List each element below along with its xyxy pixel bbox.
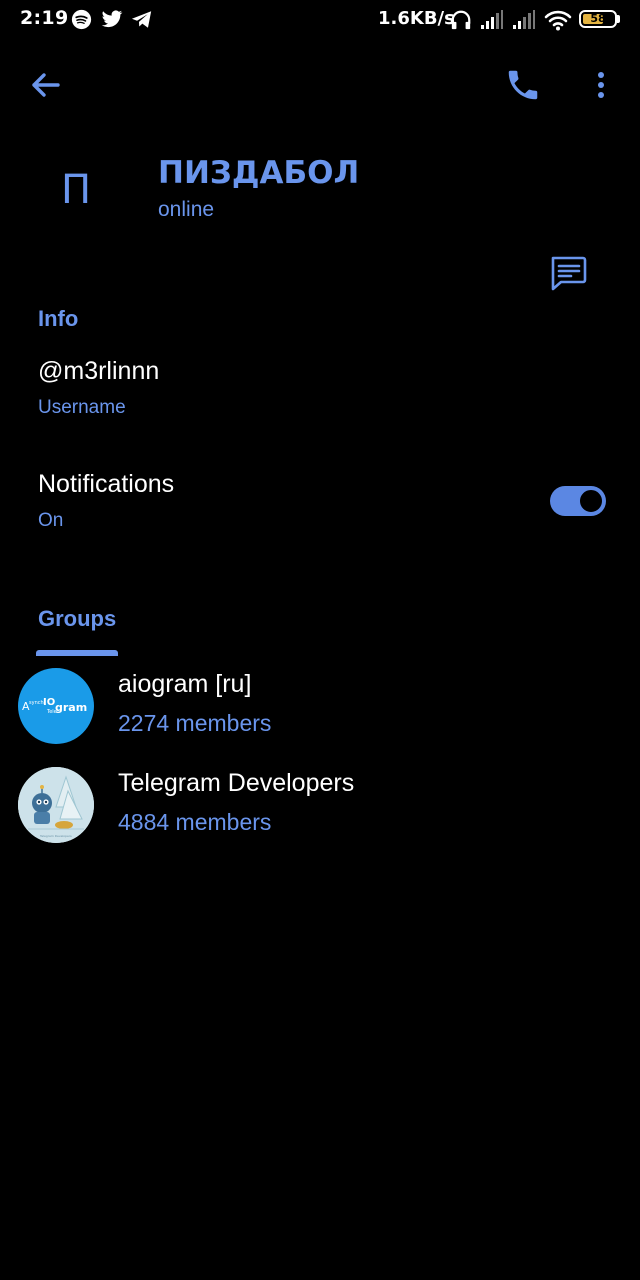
list-item[interactable]: Telegram Developers Telegram Developers …	[0, 755, 640, 853]
svg-text:IO: IO	[43, 697, 55, 708]
battery-icon: 58	[579, 10, 617, 28]
telegram-icon	[131, 11, 152, 28]
notifications-toggle[interactable]	[550, 486, 606, 516]
svg-text:Telegram Developers: Telegram Developers	[39, 834, 72, 838]
headphones-icon	[451, 10, 471, 30]
more-button[interactable]	[588, 66, 614, 104]
signal-icon	[513, 10, 535, 29]
battery-level: 58	[590, 12, 606, 25]
more-vertical-icon	[598, 72, 604, 98]
robot-illustration: Telegram Developers	[18, 767, 94, 843]
message-icon	[551, 256, 587, 291]
tab-groups-label: Groups	[38, 606, 117, 631]
wifi-icon	[544, 10, 572, 31]
list-item[interactable]: A synch IO Tele gram aiogram [ru] 2274 m…	[0, 656, 640, 754]
group-avatar: Telegram Developers	[18, 767, 94, 843]
group-name: Telegram Developers	[118, 769, 355, 797]
status-time: 2:19	[20, 7, 69, 29]
back-button[interactable]	[26, 66, 64, 104]
group-name: aiogram [ru]	[118, 670, 252, 698]
send-message-button[interactable]	[546, 251, 590, 295]
notifications-status: On	[38, 510, 64, 531]
svg-text:gram: gram	[55, 701, 87, 714]
phone-icon	[508, 70, 538, 100]
spotify-icon	[71, 9, 92, 30]
svg-text:synch: synch	[29, 700, 44, 706]
call-button[interactable]	[504, 66, 542, 104]
info-section-title: Info	[38, 306, 79, 331]
group-avatar: A synch IO Tele gram	[18, 668, 94, 744]
profile-name: ПИЗДАБОЛ	[158, 155, 360, 191]
toggle-knob	[578, 488, 604, 514]
profile-status: online	[158, 198, 215, 221]
status-bar: 2:19 1.6KB/s 58	[0, 0, 640, 40]
group-members: 2274 members	[118, 710, 272, 736]
aiogram-logo: A synch IO Tele gram	[22, 697, 87, 715]
avatar: П	[60, 167, 92, 213]
twitter-icon	[101, 10, 123, 28]
battery-tip	[617, 15, 620, 23]
username-caption: Username	[38, 397, 126, 418]
network-speed: 1.6KB/s	[378, 8, 455, 29]
username-value[interactable]: @m3rlinnn	[38, 357, 159, 386]
notifications-label: Notifications	[38, 470, 175, 498]
group-members: 4884 members	[118, 809, 272, 835]
arrow-left-icon	[32, 73, 60, 97]
signal-icon	[481, 10, 503, 29]
